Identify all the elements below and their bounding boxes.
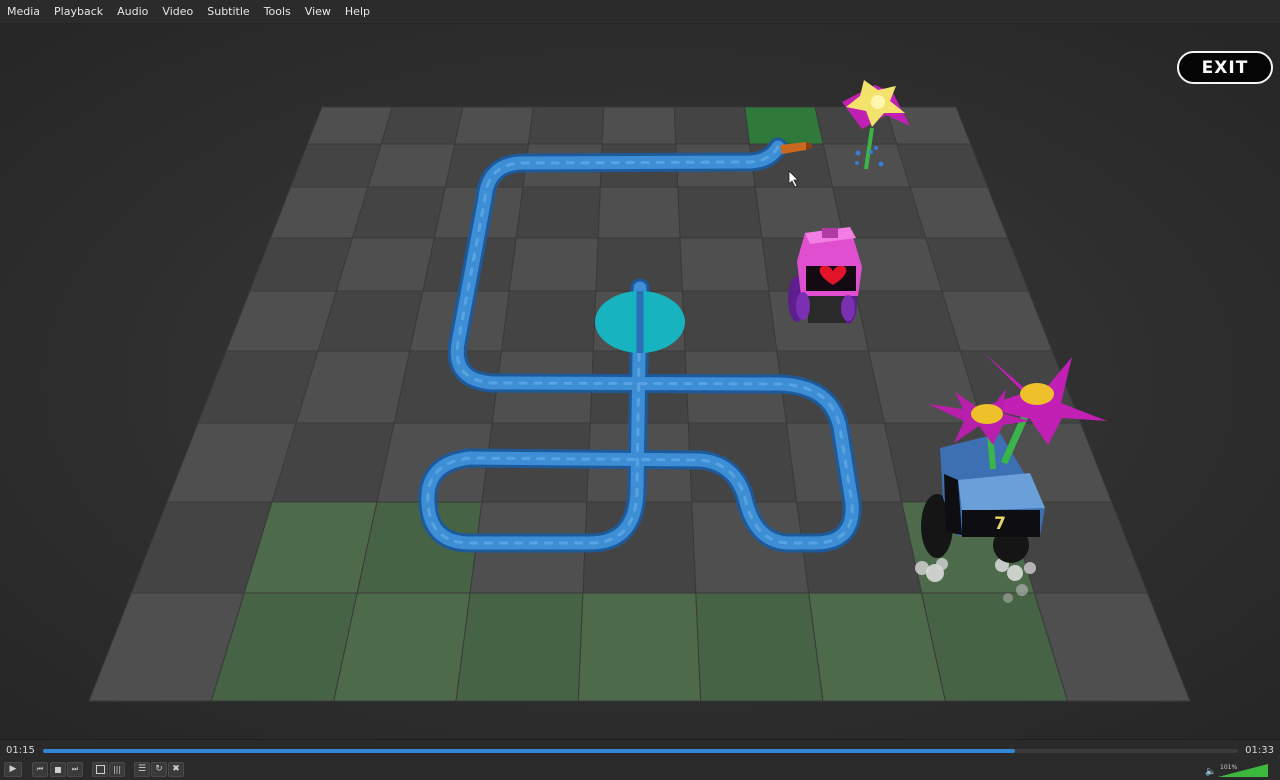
board-tile (527, 106, 605, 145)
play-button[interactable]: ▶ (4, 762, 22, 777)
board-tile (367, 143, 456, 188)
extended-settings-button[interactable]: ||| (109, 762, 125, 777)
exit-button[interactable]: EXIT (1177, 51, 1273, 84)
board-tile (455, 592, 584, 702)
shuffle-button[interactable]: ✖ (168, 762, 184, 777)
player-controls: 01:15 01:33 ▶ ⏮ ⏭ ||| ☰ ↻ ✖ 🔈 101% (0, 739, 1280, 780)
shuffle-icon: ✖ (172, 764, 180, 774)
board-tile (679, 237, 770, 292)
playlist-button[interactable]: ☰ (134, 762, 150, 777)
menu-video[interactable]: Video (155, 0, 200, 23)
board-tile (317, 290, 424, 352)
fullscreen-button[interactable] (92, 762, 108, 777)
menu-audio[interactable]: Audio (110, 0, 155, 23)
board-tile (500, 290, 597, 352)
next-button[interactable]: ⏭ (67, 762, 83, 777)
stop-icon (55, 766, 61, 773)
skip-previous-icon: ⏮ (36, 765, 44, 773)
menu-playback[interactable]: Playback (47, 0, 110, 23)
board-tile (681, 290, 778, 352)
menu-bar: Media Playback Audio Video Subtitle Tool… (0, 0, 1280, 24)
board-tile (577, 592, 702, 702)
board-tile (695, 592, 824, 702)
speaker-icon[interactable]: 🔈 (1205, 767, 1216, 777)
menu-help[interactable]: Help (338, 0, 377, 23)
seek-progress (43, 749, 1015, 753)
skip-next-icon: ⏭ (71, 765, 79, 773)
robot-badge: 7 (994, 514, 1006, 534)
loop-icon: ↻ (155, 764, 163, 774)
board-tile (454, 106, 534, 145)
board-tile (333, 592, 471, 702)
board-tile (597, 186, 681, 239)
game-scene: 7 (0, 23, 1280, 739)
volume-slider[interactable] (1218, 762, 1268, 777)
play-icon: ▶ (9, 764, 17, 774)
equalizer-icon: ||| (112, 764, 122, 774)
loop-button[interactable]: ↻ (151, 762, 167, 777)
board-tile (306, 106, 394, 145)
board-tile (508, 237, 599, 292)
board-tile (673, 106, 751, 145)
board-tile (677, 186, 763, 239)
time-total: 01:33 (1245, 745, 1274, 756)
board-tile (335, 237, 436, 292)
stop-button[interactable] (50, 762, 66, 777)
board-tile (744, 106, 824, 145)
menu-media[interactable]: Media (0, 0, 47, 23)
seek-bar[interactable] (43, 749, 1238, 753)
board-tile (601, 106, 677, 145)
board-tile (515, 186, 601, 239)
video-frame[interactable]: 7 EXIT (0, 23, 1280, 739)
menu-view[interactable]: View (298, 0, 338, 23)
previous-button[interactable]: ⏮ (32, 762, 48, 777)
menu-subtitle[interactable]: Subtitle (200, 0, 256, 23)
time-elapsed: 01:15 (6, 745, 35, 756)
fullscreen-icon (95, 765, 105, 774)
playlist-icon: ☰ (137, 764, 147, 774)
menu-tools[interactable]: Tools (257, 0, 298, 23)
board-tile (380, 106, 464, 145)
board-tile (351, 186, 447, 239)
